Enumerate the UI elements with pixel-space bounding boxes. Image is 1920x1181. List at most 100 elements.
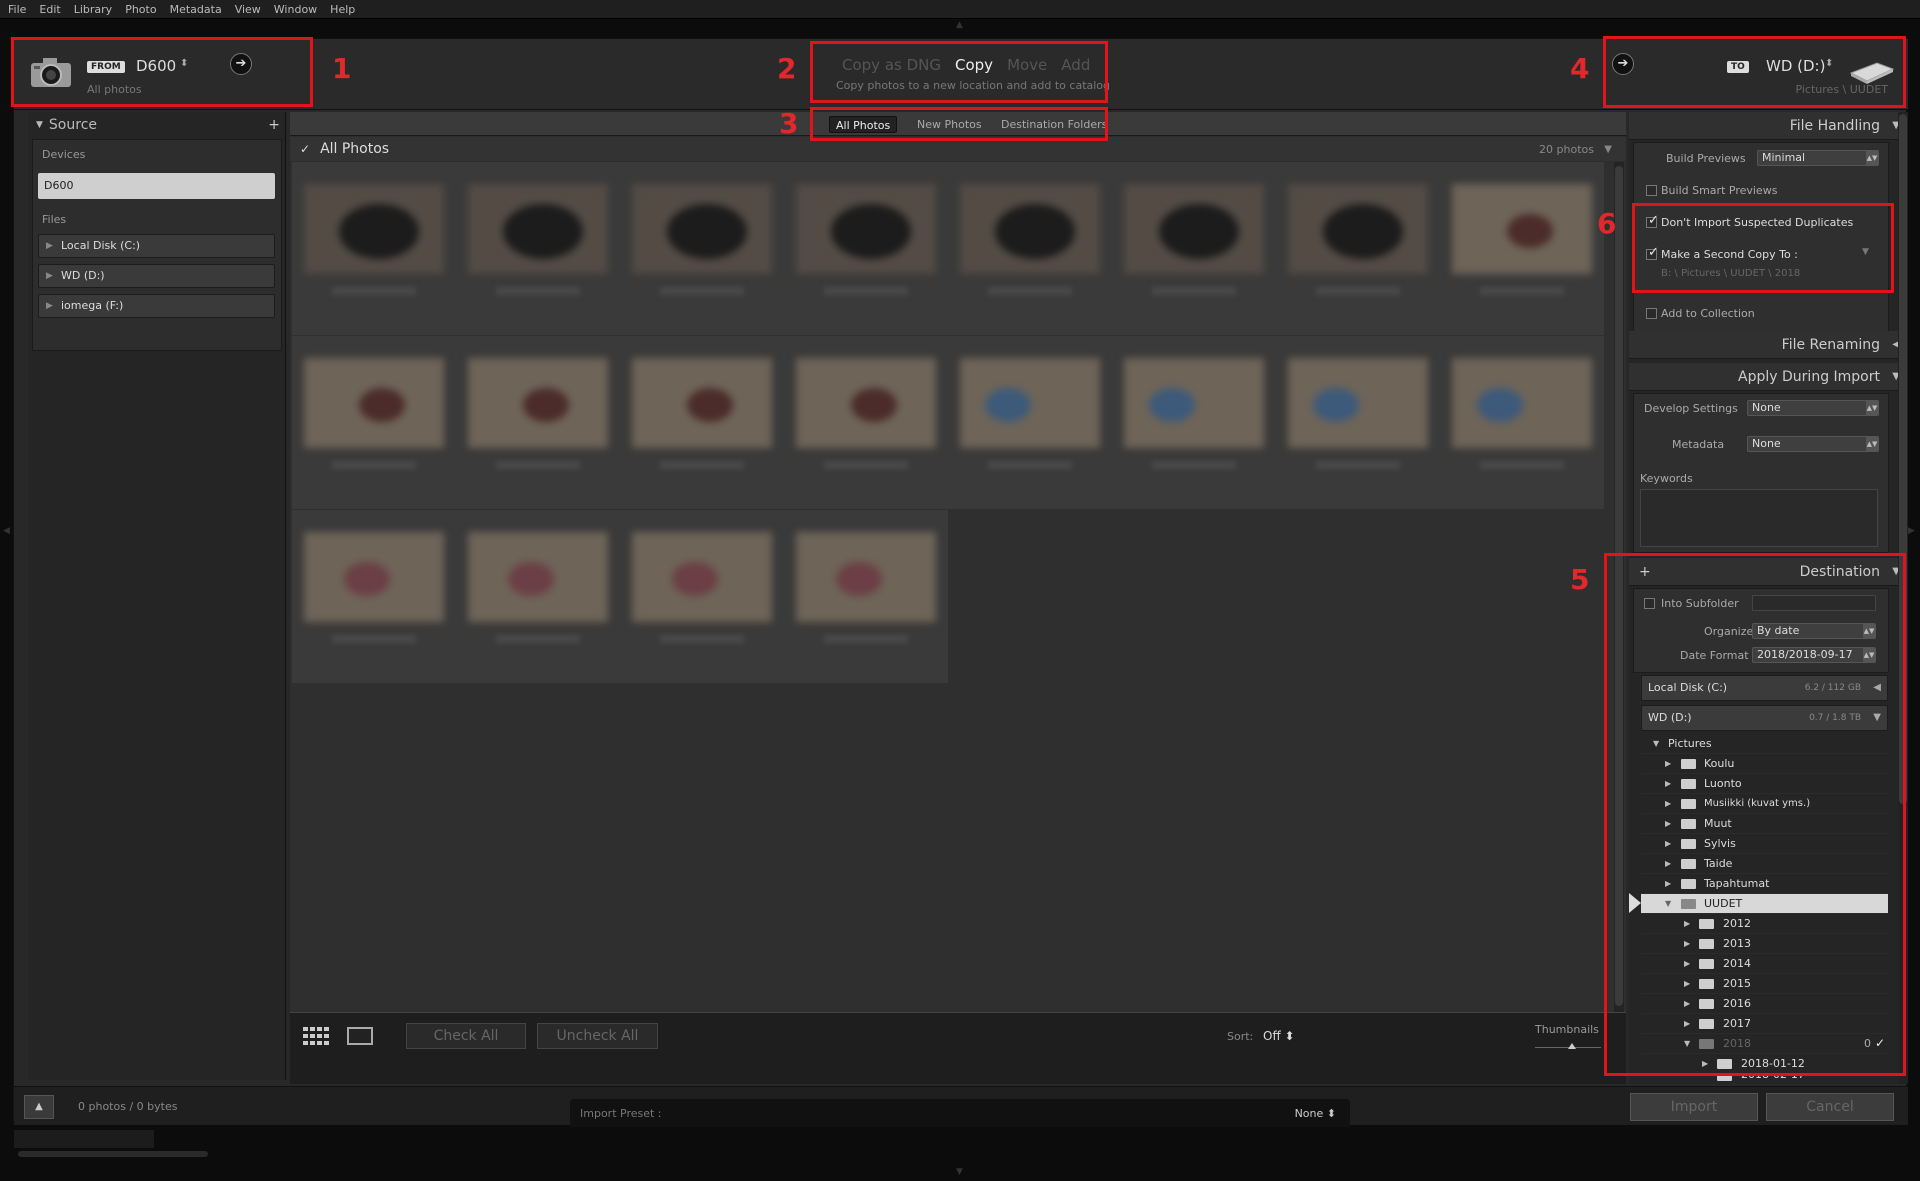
cancel-button[interactable]: Cancel (1766, 1093, 1894, 1121)
photo-thumbnail[interactable] (1288, 184, 1428, 274)
menu-view[interactable]: View (235, 3, 261, 16)
photo-cell[interactable] (620, 162, 784, 335)
grid-title: All Photos (320, 141, 390, 157)
photo-cell[interactable] (784, 510, 948, 683)
photo-grid (290, 162, 1626, 1012)
photo-thumbnail[interactable] (632, 532, 772, 622)
smart-previews-checkbox[interactable] (1646, 185, 1657, 196)
metadata-select[interactable]: None ▲▼ (1747, 436, 1879, 452)
photo-cell[interactable] (620, 336, 784, 509)
keywords-input[interactable] (1640, 489, 1878, 547)
photo-cell[interactable] (456, 336, 620, 509)
collapse-bottom-icon[interactable]: ▼ (956, 1167, 963, 1177)
grid-menu-triangle-icon[interactable]: ▼ (1604, 144, 1612, 155)
devices-label: Devices (42, 148, 86, 161)
file-handling-header[interactable]: File Handling ▼ (1629, 112, 1908, 140)
develop-settings-select[interactable]: None ▲▼ (1747, 400, 1879, 416)
add-source-icon[interactable]: + (268, 117, 280, 133)
menu-file[interactable]: File (8, 3, 26, 16)
all-photos-checkbox[interactable]: ✓ (300, 142, 310, 156)
annotation-box-6 (1632, 203, 1894, 293)
source-panel-header[interactable]: ▼ Source + (32, 114, 282, 136)
right-edge-toggle-icon[interactable]: ▶ (1908, 526, 1915, 536)
annotation-box-2 (810, 41, 1108, 103)
photo-cell[interactable] (948, 336, 1112, 509)
photo-thumbnail[interactable] (1288, 358, 1428, 448)
menu-window[interactable]: Window (274, 3, 317, 16)
uncheck-all-button[interactable]: Uncheck All (537, 1023, 658, 1049)
photo-cell[interactable] (1112, 336, 1276, 509)
photo-thumbnail[interactable] (468, 358, 608, 448)
annotation-box-1 (11, 37, 313, 107)
menu-edit[interactable]: Edit (39, 3, 60, 16)
bottom-bar: ▲ 0 photos / 0 bytes Import Preset : Non… (14, 1086, 1908, 1127)
photo-thumbnail[interactable] (796, 358, 936, 448)
left-edge-toggle-icon[interactable]: ◀ (3, 526, 10, 536)
photo-thumbnail[interactable] (468, 532, 608, 622)
expand-triangle-icon[interactable]: ▶ (46, 235, 53, 257)
add-to-collection-checkbox[interactable] (1646, 308, 1657, 319)
photo-thumbnail[interactable] (1452, 358, 1592, 448)
grid-view-icon[interactable] (302, 1025, 332, 1049)
photo-cell[interactable] (784, 336, 948, 509)
photo-thumbnail[interactable] (304, 532, 444, 622)
photo-thumbnail[interactable] (796, 532, 936, 622)
import-preset-select[interactable]: None ⬍ (1295, 1107, 1336, 1120)
photo-cell[interactable] (1112, 162, 1276, 335)
thumbnails-label: Thumbnails (1535, 1023, 1599, 1036)
annotation-box-3 (810, 107, 1108, 141)
photo-thumbnail[interactable] (632, 358, 772, 448)
photo-cell[interactable] (620, 510, 784, 683)
photo-cell[interactable] (292, 162, 456, 335)
drive-label: iomega (F:) (61, 299, 124, 312)
photo-cell[interactable] (292, 336, 456, 509)
add-to-collection-label: Add to Collection (1661, 307, 1755, 320)
photo-thumbnail[interactable] (1124, 184, 1264, 274)
expand-panel-button[interactable]: ▲ (24, 1095, 54, 1119)
expand-triangle-icon[interactable]: ▶ (46, 265, 53, 287)
photo-cell[interactable] (784, 162, 948, 335)
apply-during-import-header[interactable]: Apply During Import ▼ (1629, 363, 1908, 391)
apply-during-import-box: Develop Settings None ▲▼ Metadata None ▲▼ … (1633, 393, 1889, 553)
photo-thumbnail[interactable] (960, 184, 1100, 274)
photo-thumbnail[interactable] (796, 184, 936, 274)
menu-help[interactable]: Help (330, 3, 355, 16)
filmstrip-tab (14, 1130, 154, 1148)
photo-thumbnail[interactable] (468, 184, 608, 274)
photo-cell[interactable] (1440, 336, 1604, 509)
expand-triangle-icon[interactable]: ▶ (46, 295, 53, 317)
thumbnails-slider-knob[interactable] (1568, 1043, 1576, 1049)
photo-thumbnail[interactable] (1452, 184, 1592, 274)
photo-cell[interactable] (1440, 162, 1604, 335)
sort-select[interactable]: Off ⬍ (1263, 1029, 1295, 1043)
device-item-d600[interactable]: D600 (38, 173, 275, 199)
collapse-triangle-icon[interactable]: ▼ (36, 120, 43, 130)
photo-cell[interactable] (1276, 336, 1440, 509)
metadata-label: Metadata (1672, 438, 1725, 451)
drive-item-local-disk[interactable]: ▶ Local Disk (C:) (38, 234, 275, 258)
photo-thumbnail[interactable] (304, 358, 444, 448)
photo-thumbnail[interactable] (1124, 358, 1264, 448)
photo-thumbnail[interactable] (960, 358, 1100, 448)
file-renaming-header[interactable]: File Renaming ◀ (1629, 331, 1908, 359)
drive-label: Local Disk (C:) (61, 239, 141, 252)
photo-thumbnail[interactable] (632, 184, 772, 274)
import-preset-bar[interactable]: Import Preset : None ⬍ (570, 1099, 1350, 1127)
photo-cell[interactable] (948, 162, 1112, 335)
menu-metadata[interactable]: Metadata (170, 3, 222, 16)
build-previews-select[interactable]: Minimal ▲▼ (1757, 150, 1879, 166)
collapse-top-icon[interactable]: ▲ (956, 20, 963, 30)
import-button[interactable]: Import (1630, 1093, 1758, 1121)
loupe-view-icon[interactable] (347, 1027, 373, 1045)
menu-photo[interactable]: Photo (125, 3, 156, 16)
photo-cell[interactable] (456, 162, 620, 335)
drive-item-iomega[interactable]: ▶ iomega (F:) (38, 294, 275, 318)
photo-thumbnail[interactable] (304, 184, 444, 274)
filmstrip-scrollbar[interactable] (18, 1151, 208, 1157)
photo-cell[interactable] (1276, 162, 1440, 335)
drive-item-wd[interactable]: ▶ WD (D:) (38, 264, 275, 288)
menu-library[interactable]: Library (74, 3, 112, 16)
photo-cell[interactable] (456, 510, 620, 683)
photo-cell[interactable] (292, 510, 456, 683)
check-all-button[interactable]: Check All (406, 1023, 526, 1049)
